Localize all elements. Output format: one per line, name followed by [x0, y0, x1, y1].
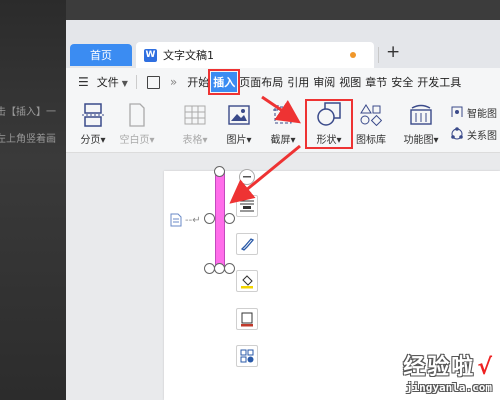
tab-insert[interactable]: 插入 — [208, 69, 241, 95]
shape-fill-button[interactable] — [236, 270, 258, 292]
background-text-line: 左上角竖着画 — [0, 134, 56, 145]
tab-document[interactable]: W 文字文稿1 — [136, 42, 374, 68]
tab-security[interactable]: 安全 — [389, 74, 415, 90]
shape-outline-button[interactable] — [236, 308, 258, 330]
more-menus-button[interactable]: » — [170, 75, 177, 89]
text-wrap-icon — [240, 200, 254, 212]
site-watermark: 经验啦√ jingyanla.com — [403, 349, 492, 394]
screenshot-label: 截屏 — [270, 135, 291, 146]
tab-separator — [378, 47, 379, 63]
brush-icon — [240, 238, 254, 251]
resize-handle-bottom-right[interactable] — [224, 263, 235, 274]
save-icon[interactable] — [146, 75, 160, 89]
paint-bucket-icon — [241, 274, 253, 288]
tab-view[interactable]: 视图 — [337, 74, 363, 90]
function-chart-icon — [398, 102, 444, 128]
table-button[interactable]: 表格▾ — [178, 102, 212, 146]
relation-chart-icon — [451, 127, 463, 140]
blank-page-button[interactable]: 空白页▾ — [116, 102, 158, 146]
tab-section[interactable]: 章节 — [363, 74, 389, 90]
picture-label: 图片 — [226, 135, 247, 146]
shape-label: 形状 — [316, 135, 337, 146]
shapes-icon — [312, 102, 346, 128]
tab-home-label: 首页 — [90, 49, 112, 62]
smart-graphic-button[interactable]: 智能图 — [450, 102, 500, 122]
relation-chart-button[interactable]: 关系图 — [450, 124, 500, 144]
smart-graphic-icon — [451, 106, 463, 117]
tab-bar: 首页 W 文字文稿1 + — [66, 20, 500, 68]
tab-review[interactable]: 审阅 — [311, 74, 337, 90]
more-shape-options-button[interactable] — [236, 345, 258, 367]
file-menu-button[interactable]: 文件 ▼ — [95, 74, 130, 90]
blank-page-icon — [116, 102, 158, 128]
hamburger-menu-icon[interactable]: ☰ — [78, 75, 89, 89]
watermark-url: jingyanla.com — [405, 381, 492, 394]
background-article-strip: 击【插入】一 左上角竖着画 — [0, 0, 66, 400]
tab-home[interactable]: 首页 — [70, 44, 132, 66]
icon-library-button[interactable]: 图标库 — [352, 102, 390, 146]
layout-options-button[interactable] — [236, 195, 258, 217]
menu-divider — [135, 75, 137, 89]
resize-handle-left[interactable] — [204, 213, 215, 224]
relation-chart-label: 关系图 — [467, 130, 497, 142]
tab-page-layout[interactable]: 页面布局 — [237, 74, 285, 90]
page-break-button[interactable]: 分页▾ — [76, 102, 110, 146]
function-chart-button[interactable]: 功能图▾ — [398, 102, 444, 146]
paragraph-layout-icon[interactable] — [170, 213, 182, 227]
screenshot-icon — [266, 102, 300, 128]
shape-button[interactable]: 形状▾ — [305, 99, 353, 149]
insert-ribbon: 分页▾ 空白页▾ 表格▾ 图片▾ 截屏▾ 形状▾ 图标库 功能图▾ 智能图 关系… — [66, 96, 500, 153]
menu-bar: ☰ 文件 ▼ » 开始 插入 页面布局 引用 审阅 视图 章节 安全 开发工具 — [66, 68, 500, 96]
chevron-down-icon: ▼ — [121, 79, 128, 88]
watermark-brand: 经验啦 — [403, 355, 476, 380]
function-chart-label: 功能图 — [403, 135, 434, 146]
unsaved-dot-icon — [350, 52, 356, 58]
table-icon — [178, 102, 212, 128]
tab-references[interactable]: 引用 — [285, 74, 311, 90]
writer-doc-icon: W — [144, 48, 157, 62]
wps-writer-window: 首页 W 文字文稿1 + ☰ 文件 ▼ » 开始 插入 页面布局 引用 审阅 视图… — [66, 20, 500, 400]
collapse-toolbar-button[interactable] — [239, 169, 255, 185]
picture-icon — [222, 102, 256, 128]
background-text-line: 击【插入】一 — [0, 107, 56, 118]
picture-button[interactable]: 图片▾ — [222, 102, 256, 146]
smart-graphic-group: 智能图 关系图 — [450, 102, 500, 144]
resize-handle-right[interactable] — [224, 213, 235, 224]
smart-graphic-label: 智能图 — [467, 108, 497, 120]
outline-icon — [241, 312, 253, 326]
document-title: 文字文稿1 — [163, 49, 214, 62]
page-break-icon — [76, 102, 110, 128]
grid-options-icon — [240, 349, 254, 363]
file-menu-label: 文件 — [96, 76, 119, 89]
text-anchor-marker: --↵ — [185, 215, 201, 226]
page-break-label: 分页 — [80, 135, 101, 146]
icon-library-icon — [352, 102, 390, 128]
checkmark-icon: √ — [477, 355, 492, 380]
new-tab-button[interactable]: + — [386, 42, 400, 62]
blank-page-label: 空白页 — [119, 135, 150, 146]
tab-developer-tools[interactable]: 开发工具 — [415, 74, 463, 90]
minus-icon — [243, 176, 251, 178]
tab-start[interactable]: 开始 — [185, 74, 211, 90]
shape-style-button[interactable] — [236, 233, 258, 255]
icon-library-label: 图标库 — [356, 135, 386, 146]
table-label: 表格 — [182, 135, 203, 146]
screenshot-button[interactable]: 截屏▾ — [266, 102, 300, 146]
resize-handle-top[interactable] — [214, 166, 225, 177]
